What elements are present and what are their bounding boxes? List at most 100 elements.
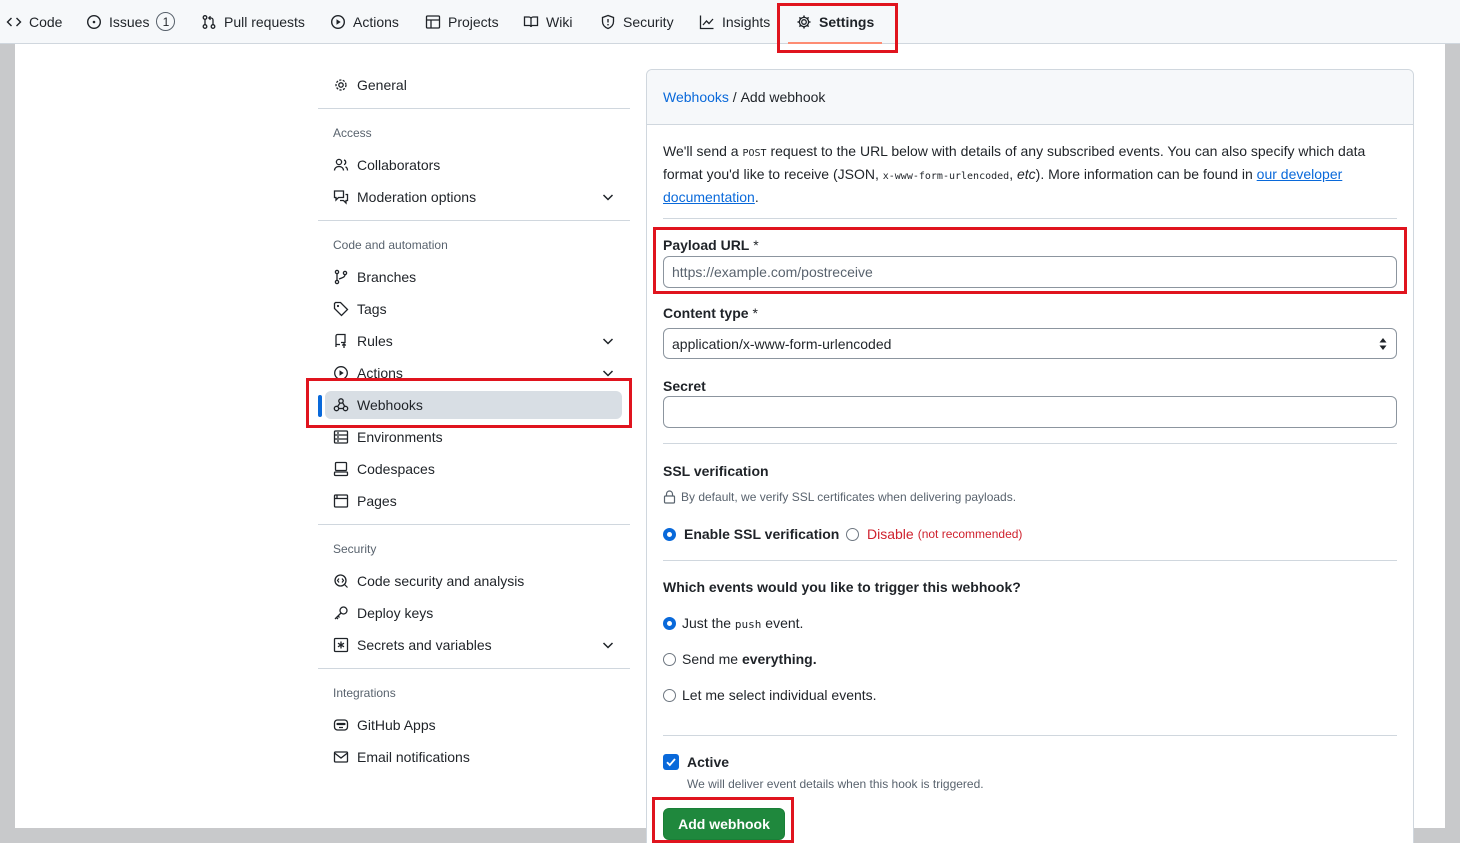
ssl-enable-radio[interactable]: Enable SSL verification — [663, 526, 839, 542]
radio-unchecked[interactable] — [663, 688, 676, 702]
form-divider — [663, 560, 1397, 561]
chevron-down-icon[interactable] — [600, 365, 616, 381]
lock-icon — [663, 490, 676, 504]
sidebar-item-secrets-variables[interactable]: Secrets and variables — [333, 631, 623, 659]
sidebar-item-rules[interactable]: Rules — [333, 327, 623, 355]
tab-label: Projects — [448, 13, 499, 30]
sidebar-item-moderation-options[interactable]: Moderation options — [333, 183, 623, 211]
form-divider — [663, 218, 1397, 219]
chevron-down-icon[interactable] — [600, 637, 616, 653]
webhook-icon — [333, 398, 349, 412]
sidebar-item-label: General — [357, 77, 407, 93]
tab-code[interactable]: Code — [6, 0, 62, 43]
radio-checked[interactable] — [663, 616, 676, 630]
payload-url-input[interactable] — [663, 256, 1397, 288]
tab-issues[interactable]: Issues 1 — [86, 0, 176, 43]
tab-label: Code — [29, 13, 63, 30]
sidebar-item-label: Code security and analysis — [357, 573, 525, 589]
required-mark: * — [749, 237, 759, 253]
radio-unchecked[interactable] — [663, 652, 676, 666]
secret-label: Secret — [663, 378, 706, 394]
ssl-heading: SSL verification — [663, 463, 769, 479]
sidebar-heading-code-automation: Code and automation — [333, 238, 448, 252]
push-code: push — [734, 618, 762, 631]
sidebar-item-general[interactable]: General — [333, 71, 623, 99]
active-indicator — [318, 395, 322, 417]
sidebar-item-environments[interactable]: Environments — [333, 423, 623, 451]
sidebar-item-label: Rules — [357, 333, 393, 349]
intro-text-part: ). More information can be found in — [1035, 166, 1257, 182]
tab-settings[interactable]: Settings — [787, 0, 883, 44]
tab-label: Wiki — [546, 13, 573, 30]
sidebar-item-deploy-keys[interactable]: Deploy keys — [333, 599, 623, 627]
tab-pull-requests[interactable]: Pull requests — [201, 0, 305, 43]
sidebar-divider — [318, 668, 630, 669]
ssl-disable-radio[interactable]: Disable (not recommended) — [846, 526, 1022, 542]
git-branch-icon — [334, 269, 348, 285]
sidebar-item-code-security[interactable]: Code security and analysis — [333, 567, 623, 595]
sidebar-divider — [318, 524, 630, 525]
tab-insights[interactable]: Insights — [699, 0, 770, 43]
sidebar-heading-access: Access — [333, 126, 372, 140]
sidebar-item-label: Moderation options — [357, 189, 477, 205]
tab-label: Issues — [109, 13, 150, 30]
tab-projects[interactable]: Projects — [425, 0, 499, 43]
sidebar-item-webhooks[interactable]: Webhooks — [325, 391, 622, 419]
tab-security[interactable]: Security — [600, 0, 674, 43]
key-icon — [334, 606, 348, 620]
event-everything-radio[interactable]: Send me everything. — [663, 651, 817, 667]
shield-icon — [601, 14, 615, 29]
event-push-radio[interactable]: Just the push event. — [663, 615, 803, 631]
sidebar-item-collaborators[interactable]: Collaborators — [333, 151, 623, 179]
tab-actions[interactable]: Actions — [330, 0, 399, 43]
tab-label: Pull requests — [224, 13, 305, 30]
content-type-value: application/x-www-form-urlencoded — [672, 335, 892, 352]
sidebar-item-label: Email notifications — [357, 749, 470, 765]
breadcrumb-webhooks-link[interactable]: Webhooks — [663, 89, 729, 105]
sidebar-item-email-notifications[interactable]: Email notifications — [333, 743, 623, 771]
codespaces-icon — [333, 461, 349, 477]
breadcrumb-separator: / — [728, 89, 741, 105]
add-webhook-button[interactable]: Add webhook — [663, 808, 785, 840]
events-heading: Which events would you like to trigger t… — [663, 579, 1021, 595]
tab-label: Security — [623, 13, 674, 30]
people-icon — [333, 158, 349, 171]
active-checkbox[interactable] — [663, 754, 679, 770]
server-icon — [333, 430, 349, 444]
form-divider — [663, 443, 1397, 444]
content-type-select[interactable]: application/x-www-form-urlencoded — [663, 328, 1397, 359]
code-icon — [6, 17, 22, 26]
sidebar-item-actions[interactable]: Actions — [333, 359, 623, 387]
sidebar-item-github-apps[interactable]: GitHub Apps — [333, 711, 623, 739]
sidebar-item-tags[interactable]: Tags — [333, 295, 623, 323]
intro-code-post: POST — [742, 148, 767, 159]
chevron-down-icon[interactable] — [600, 333, 616, 349]
radio-checked[interactable] — [663, 527, 676, 541]
payload-url-label: Payload URL * — [663, 237, 759, 253]
tag-icon — [333, 301, 349, 317]
gear-icon — [335, 79, 347, 91]
sidebar-item-pages[interactable]: Pages — [333, 487, 623, 515]
codescan-icon — [334, 574, 348, 588]
sidebar-item-codespaces[interactable]: Codespaces — [333, 455, 623, 483]
chevron-down-icon[interactable] — [600, 189, 616, 205]
sidebar-item-label: Webhooks — [357, 397, 423, 413]
sidebar-item-branches[interactable]: Branches — [333, 263, 623, 291]
secret-input[interactable] — [663, 396, 1397, 428]
radio-label: Just the push event. — [682, 615, 803, 631]
repo-nav: Code Issues 1 Pull requests Actions Proj… — [0, 0, 1460, 44]
mail-icon — [333, 751, 349, 763]
label-text: Send me — [682, 651, 742, 667]
sidebar-item-label: Codespaces — [357, 461, 435, 477]
event-individual-radio[interactable]: Let me select individual events. — [663, 687, 877, 703]
radio-unchecked[interactable] — [846, 527, 859, 541]
sidebar-divider — [318, 220, 630, 221]
tab-label: Insights — [722, 13, 771, 30]
sidebar-divider — [318, 108, 630, 109]
label-text-bold: everything. — [741, 651, 817, 667]
play-icon — [330, 14, 346, 29]
breadcrumb-current: Add webhook — [740, 89, 826, 105]
breadcrumb: Webhooks / Add webhook — [647, 70, 1413, 125]
tab-wiki[interactable]: Wiki — [523, 0, 572, 43]
active-label: Active — [687, 754, 730, 770]
